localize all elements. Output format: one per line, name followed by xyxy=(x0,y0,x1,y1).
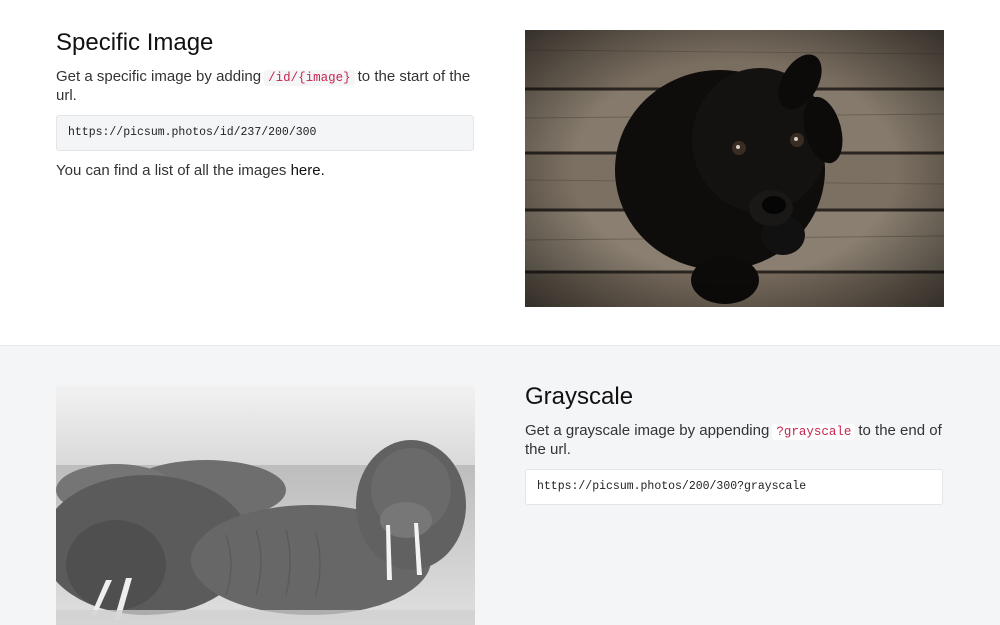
specific-image-description: Get a specific image by adding/id/{image… xyxy=(56,68,474,104)
grayscale-section: Grayscale Get a grayscale image by appen… xyxy=(0,346,1000,625)
grayscale-url-example[interactable]: https://picsum.photos/200/300?grayscale xyxy=(525,469,943,505)
description-prefix: Get a specific image by adding xyxy=(56,68,262,85)
grayscale-text: Grayscale Get a grayscale image by appen… xyxy=(525,382,943,505)
dog-photo xyxy=(525,30,944,307)
grayscale-code: ?grayscale xyxy=(772,424,856,440)
grayscale-description: Get a grayscale image by appending ?grays… xyxy=(525,422,943,458)
walrus-photo-graphic xyxy=(56,385,475,625)
dog-photo-graphic xyxy=(525,30,944,307)
image-list-text: You can find a list of all the images he… xyxy=(56,162,474,179)
walrus-photo xyxy=(56,385,475,625)
id-path-code: /id/{image} xyxy=(264,70,355,86)
image-list-link[interactable]: here. xyxy=(291,162,325,179)
specific-image-url-example[interactable]: https://picsum.photos/id/237/200/300 xyxy=(56,115,474,151)
specific-image-section: Specific Image Get a specific image by a… xyxy=(0,0,1000,346)
specific-image-heading: Specific Image xyxy=(56,29,214,56)
image-list-prefix: You can find a list of all the images xyxy=(56,162,287,179)
grayscale-heading: Grayscale xyxy=(525,383,634,410)
specific-image-text: Specific Image Get a specific image by a… xyxy=(56,28,474,179)
description-prefix: Get a grayscale image by appending xyxy=(525,422,770,439)
